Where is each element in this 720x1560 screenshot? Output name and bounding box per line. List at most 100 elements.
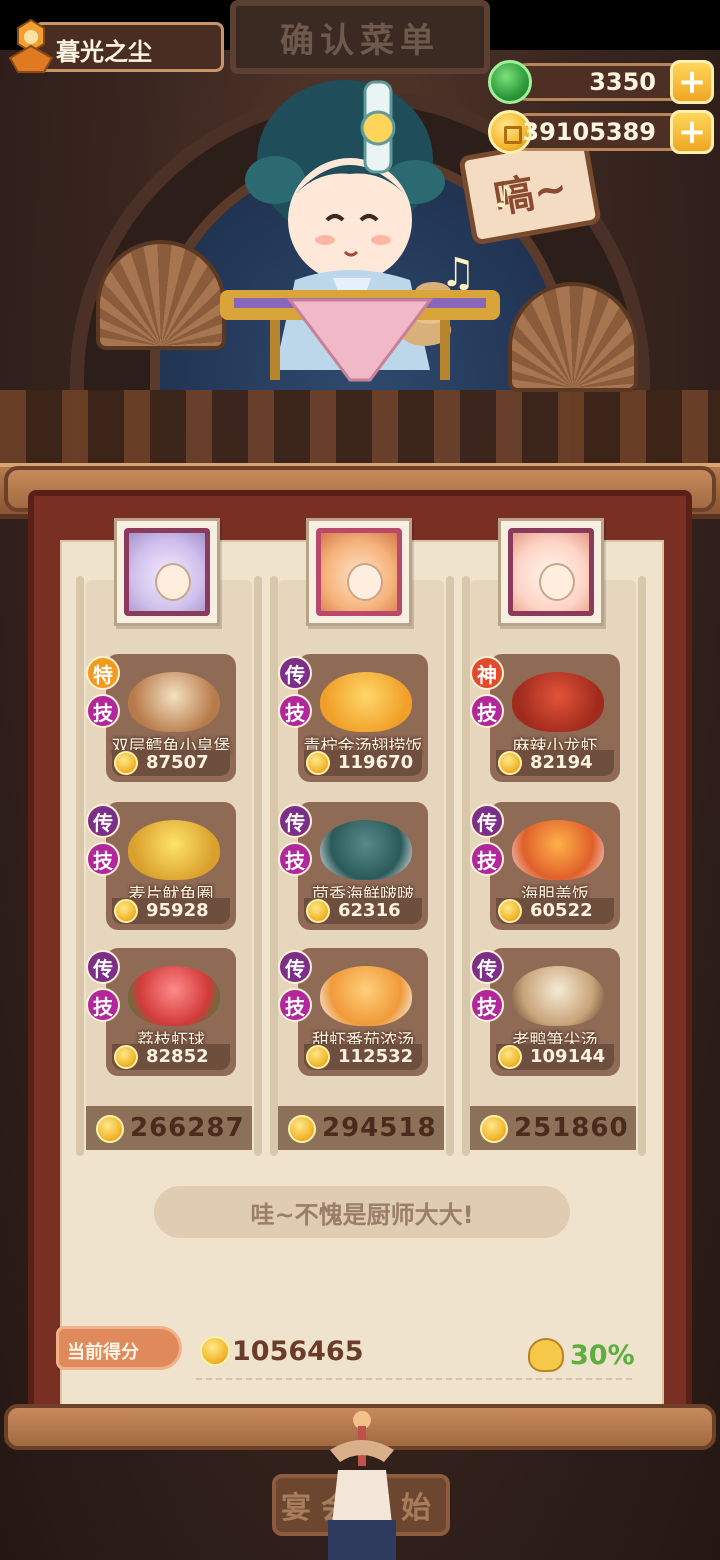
coin-icon — [306, 899, 330, 923]
dish-price: 82194 — [530, 752, 593, 773]
coin-icon — [200, 1336, 230, 1366]
rank-badge: 神 — [470, 656, 504, 690]
rank-badge: 特 — [86, 656, 120, 690]
dish-icon — [128, 966, 220, 1026]
portrait-frame — [316, 528, 402, 616]
rank-badge: 传 — [470, 804, 504, 838]
column-total-value: 266287 — [130, 1113, 245, 1143]
dish-icon — [320, 672, 412, 732]
dish-price: 87507 — [146, 752, 209, 773]
column-total: 266287 — [86, 1106, 252, 1150]
chef-portrait-3[interactable] — [498, 518, 604, 626]
dish-card[interactable]: 传 技 茴香海鲜啵啵 62316 — [278, 802, 428, 930]
coin-icon — [96, 1115, 124, 1143]
dish-card[interactable]: 传 技 甜虾番茄浓汤 112532 — [278, 948, 428, 1076]
skill-badge: 技 — [86, 694, 120, 728]
column-total-value: 294518 — [322, 1113, 437, 1143]
rail — [76, 576, 84, 1156]
player-avatar-icon — [8, 18, 54, 73]
music-note-icon: ♫ — [440, 250, 476, 296]
coin-icon — [498, 1045, 522, 1069]
dish-price: 119670 — [338, 752, 414, 773]
portrait-frame — [508, 528, 594, 616]
column-total: 251860 — [470, 1106, 636, 1150]
column-total: 294518 — [278, 1106, 444, 1150]
coin-currency: 39105389 + — [488, 110, 714, 154]
chef-portrait-1[interactable] — [114, 518, 220, 626]
jade-icon — [488, 60, 532, 104]
rank-badge: 传 — [86, 804, 120, 838]
current-score-tag: 当前得分 — [56, 1326, 182, 1370]
score-divider — [196, 1378, 632, 1380]
dish-card[interactable]: 神 技 麻辣小龙虾 82194 — [470, 654, 620, 782]
column-total-value: 251860 — [514, 1113, 629, 1143]
dish-card[interactable]: 传 技 荔枝虾球 82852 — [86, 948, 236, 1076]
dish-price: 82852 — [146, 1046, 209, 1067]
dish-price: 60522 — [530, 900, 593, 921]
dish-price: 112532 — [338, 1046, 414, 1067]
rail — [638, 576, 646, 1156]
skill-badge: 技 — [470, 988, 504, 1022]
coin-icon — [114, 899, 138, 923]
sign-title: 确认菜单 — [280, 20, 440, 61]
dish-icon — [512, 820, 604, 880]
dish-icon — [512, 672, 604, 732]
rank-badge: 传 — [278, 950, 312, 984]
rail — [446, 576, 454, 1156]
rank-badge: 传 — [278, 656, 312, 690]
skill-badge: 技 — [86, 842, 120, 876]
coin-icon — [114, 1045, 138, 1069]
portrait-face — [155, 563, 191, 601]
rail — [254, 576, 262, 1156]
coin-icon — [498, 751, 522, 775]
dish-icon — [512, 966, 604, 1026]
chef-portrait-2[interactable] — [306, 518, 412, 626]
skill-badge: 技 — [86, 988, 120, 1022]
jade-currency: 3350 + — [488, 60, 714, 104]
coin-value: 39105389 — [522, 118, 656, 146]
tassel-icon — [328, 1411, 396, 1560]
dish-icon — [128, 672, 220, 732]
portrait-face — [539, 563, 575, 601]
coin-icon — [480, 1115, 508, 1143]
dish-icon — [320, 966, 412, 1026]
music-note-small-icon: ♪ — [495, 180, 515, 215]
skill-badge: 技 — [278, 694, 312, 728]
dish-card[interactable]: 传 技 老鸭笋尖汤 109144 — [470, 948, 620, 1076]
praise-banner: 哇~不愧是厨师大大! — [154, 1186, 570, 1238]
skill-badge: 技 — [278, 842, 312, 876]
coin-icon — [498, 899, 522, 923]
confirm-menu-sign: 确认菜单 — [230, 0, 490, 74]
rank-badge: 传 — [86, 950, 120, 984]
add-jade-button[interactable]: + — [670, 60, 714, 104]
portrait-frame — [124, 528, 210, 616]
rail — [462, 576, 470, 1156]
dish-card[interactable]: 传 技 麦片鱿鱼圈 95928 — [86, 802, 236, 930]
coin-icon — [306, 751, 330, 775]
praise-text: 哇~不愧是厨师大大! — [250, 1200, 474, 1229]
rail — [270, 576, 278, 1156]
skill-badge: 技 — [278, 988, 312, 1022]
coin-icon — [306, 1045, 330, 1069]
bonus-percent: 30% — [570, 1340, 635, 1371]
player-name: 暮光之尘 — [56, 38, 152, 66]
dish-card[interactable]: 特 技 双层鳕鱼小皇堡 87507 — [86, 654, 236, 782]
dish-icon — [128, 820, 220, 880]
dish-card[interactable]: 传 技 海胆盖饭 60522 — [470, 802, 620, 930]
portrait-face — [347, 563, 383, 601]
player-badge[interactable]: 暮光之尘 — [4, 18, 224, 74]
rank-badge: 传 — [278, 804, 312, 838]
dish-price: 95928 — [146, 900, 209, 921]
dish-icon — [320, 820, 412, 880]
dish-price: 62316 — [338, 900, 401, 921]
dish-card[interactable]: 传 技 青柠金汤翅捞饭 119670 — [278, 654, 428, 782]
bonus-chick-icon — [528, 1338, 564, 1372]
dish-price: 109144 — [530, 1046, 606, 1067]
add-coins-button[interactable]: + — [670, 110, 714, 154]
coin-icon — [114, 751, 138, 775]
coin-icon — [288, 1115, 316, 1143]
skill-badge: 技 — [470, 842, 504, 876]
score-value: 1056465 — [232, 1336, 364, 1367]
rank-badge: 传 — [470, 950, 504, 984]
score-label: 当前得分 — [67, 1342, 139, 1363]
